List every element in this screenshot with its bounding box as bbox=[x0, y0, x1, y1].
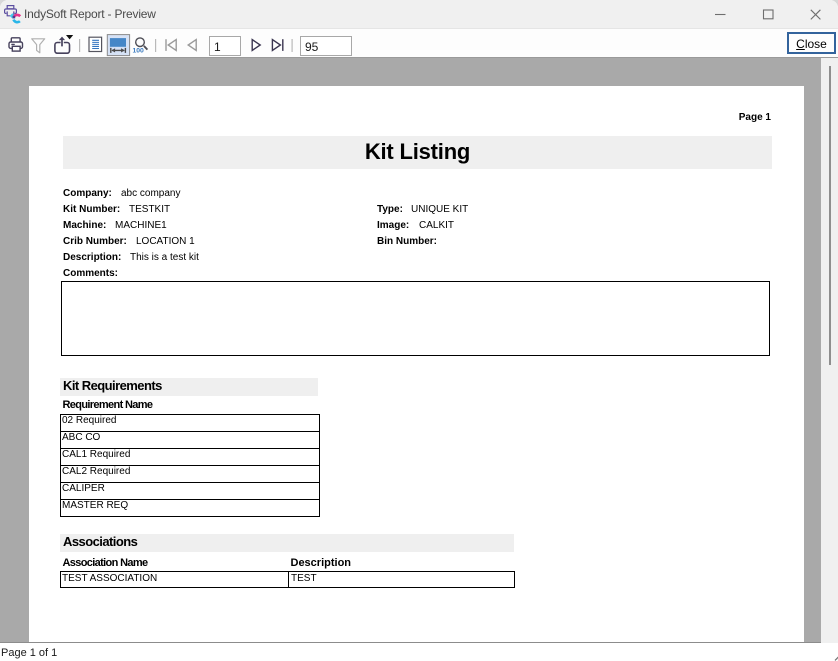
svg-text:100: 100 bbox=[133, 47, 145, 54]
